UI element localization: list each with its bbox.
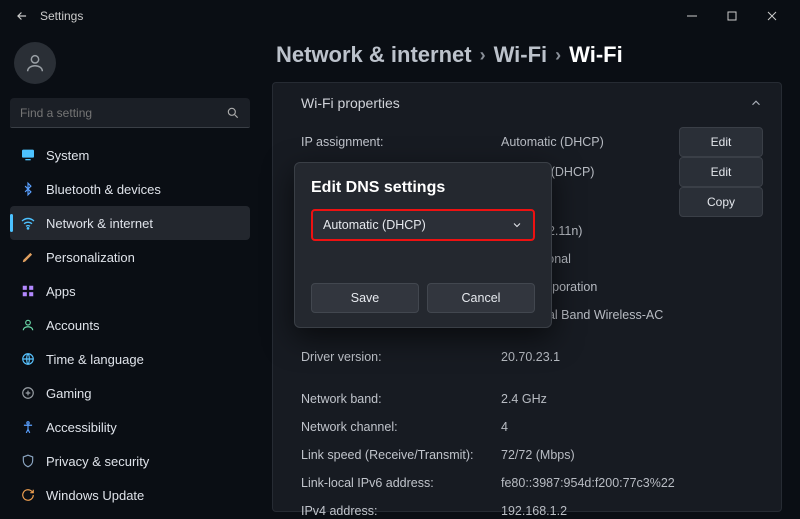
- edit-dns-dialog: Edit DNS settings Automatic (DHCP) Save …: [294, 162, 552, 328]
- panel-title: Wi-Fi properties: [301, 95, 400, 111]
- system-icon: [20, 147, 36, 163]
- wifi-icon: [20, 215, 36, 231]
- globe-icon: [20, 351, 36, 367]
- property-row: IP assignment: Automatic (DHCP) Edit: [301, 127, 763, 157]
- search-icon: [226, 106, 240, 120]
- sidebar-item-label: Time & language: [46, 352, 144, 367]
- gaming-icon: [20, 385, 36, 401]
- property-row: Network channel: 4: [301, 413, 763, 441]
- dialog-title: Edit DNS settings: [311, 179, 535, 197]
- sidebar-item-apps[interactable]: Apps: [10, 274, 250, 308]
- sidebar-item-time[interactable]: Time & language: [10, 342, 250, 376]
- sidebar-item-label: Accounts: [46, 318, 99, 333]
- chevron-up-icon[interactable]: [749, 96, 763, 110]
- back-button[interactable]: [8, 2, 36, 30]
- sidebar-item-system[interactable]: System: [10, 138, 250, 172]
- chevron-down-icon: [511, 219, 523, 231]
- sidebar-item-accounts[interactable]: Accounts: [10, 308, 250, 342]
- sidebar-item-label: Accessibility: [46, 420, 117, 435]
- minimize-button[interactable]: [672, 2, 712, 30]
- property-row: IPv4 address: 192.168.1.2: [301, 497, 763, 519]
- property-row: Link-local IPv6 address: fe80::3987:954d…: [301, 469, 763, 497]
- edit-button[interactable]: Edit: [679, 157, 763, 187]
- sidebar-item-personalization[interactable]: Personalization: [10, 240, 250, 274]
- chevron-right-icon: ›: [555, 45, 561, 66]
- search-box[interactable]: [10, 98, 250, 128]
- edit-button[interactable]: Edit: [679, 127, 763, 157]
- breadcrumb-mid[interactable]: Wi-Fi: [494, 42, 548, 68]
- breadcrumb-leaf: Wi-Fi: [569, 42, 623, 68]
- select-value: Automatic (DHCP): [323, 218, 426, 232]
- sidebar-item-accessibility[interactable]: Accessibility: [10, 410, 250, 444]
- search-input[interactable]: [20, 106, 226, 120]
- property-row: Network band: 2.4 GHz: [301, 385, 763, 413]
- sidebar-item-label: Gaming: [46, 386, 92, 401]
- property-row: Link speed (Receive/Transmit): 72/72 (Mb…: [301, 441, 763, 469]
- sidebar-item-label: Bluetooth & devices: [46, 182, 161, 197]
- breadcrumb-root[interactable]: Network & internet: [276, 42, 472, 68]
- maximize-button[interactable]: [712, 2, 752, 30]
- accessibility-icon: [20, 419, 36, 435]
- sidebar-item-label: Windows Update: [46, 488, 144, 503]
- sidebar-item-label: System: [46, 148, 89, 163]
- cancel-button[interactable]: Cancel: [427, 283, 535, 313]
- avatar: [14, 42, 56, 84]
- sidebar-item-update[interactable]: Windows Update: [10, 478, 250, 512]
- shield-icon: [20, 453, 36, 469]
- close-button[interactable]: [752, 2, 792, 30]
- save-button[interactable]: Save: [311, 283, 419, 313]
- sidebar-item-label: Apps: [46, 284, 76, 299]
- brush-icon: [20, 249, 36, 265]
- sidebar-item-privacy[interactable]: Privacy & security: [10, 444, 250, 478]
- user-row[interactable]: [10, 38, 250, 98]
- sidebar-item-bluetooth[interactable]: Bluetooth & devices: [10, 172, 250, 206]
- sidebar-item-gaming[interactable]: Gaming: [10, 376, 250, 410]
- property-row: Driver version: 20.70.23.1: [301, 343, 763, 371]
- bluetooth-icon: [20, 181, 36, 197]
- sidebar-item-label: Privacy & security: [46, 454, 149, 469]
- chevron-right-icon: ›: [480, 45, 486, 66]
- dns-mode-select[interactable]: Automatic (DHCP): [311, 209, 535, 241]
- sidebar: System Bluetooth & devices Network & int…: [0, 32, 260, 519]
- copy-button[interactable]: Copy: [679, 187, 763, 217]
- sidebar-item-network[interactable]: Network & internet: [10, 206, 250, 240]
- window-title: Settings: [40, 9, 83, 23]
- breadcrumb: Network & internet › Wi-Fi › Wi-Fi: [276, 42, 782, 68]
- accounts-icon: [20, 317, 36, 333]
- update-icon: [20, 487, 36, 503]
- sidebar-item-label: Personalization: [46, 250, 135, 265]
- sidebar-item-label: Network & internet: [46, 216, 153, 231]
- titlebar: Settings: [0, 0, 800, 32]
- apps-icon: [20, 283, 36, 299]
